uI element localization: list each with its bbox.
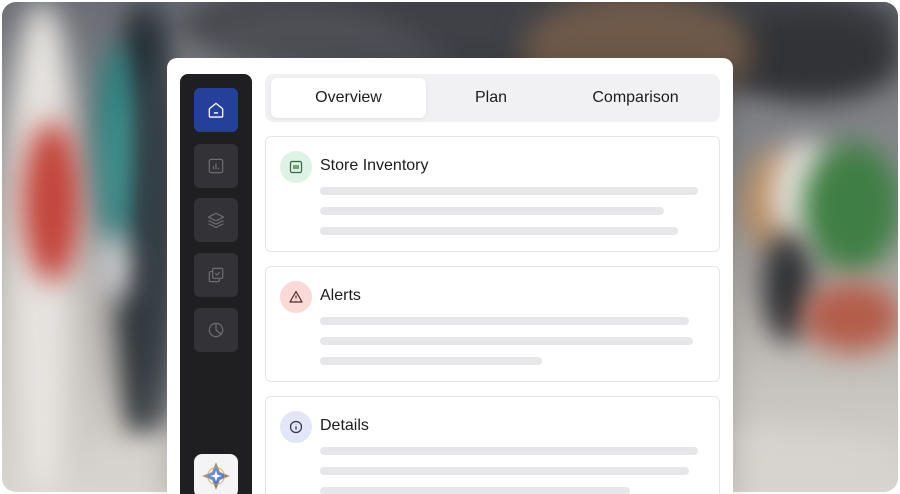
card-title: Alerts — [320, 287, 361, 304]
layers-icon — [207, 212, 225, 229]
tab-comparison[interactable]: Comparison — [557, 78, 714, 118]
checklist-icon — [208, 267, 224, 283]
skeleton-line — [320, 447, 698, 455]
tab-bar: Overview Plan Comparison — [265, 74, 720, 122]
alerts-card[interactable]: Alerts — [265, 266, 720, 382]
sidebar-item-home[interactable] — [194, 88, 238, 132]
tab-overview[interactable]: Overview — [271, 78, 426, 118]
home-icon — [208, 102, 224, 118]
assistant-logo-button[interactable] — [194, 454, 238, 494]
skeleton-line — [320, 487, 630, 494]
skeleton-line — [320, 467, 689, 475]
tab-plan[interactable]: Plan — [431, 78, 551, 118]
skeleton-line — [320, 337, 693, 345]
skeleton-line — [320, 317, 689, 325]
bar-chart-icon — [208, 158, 224, 174]
skeleton-line — [320, 187, 698, 195]
store-inventory-card[interactable]: Store Inventory — [265, 136, 720, 252]
sidebar-item-layers[interactable] — [194, 198, 238, 242]
sidebar-item-tasks[interactable] — [194, 253, 238, 297]
inventory-icon-badge — [280, 151, 312, 183]
warning-icon-badge — [280, 281, 312, 313]
inventory-icon — [289, 160, 303, 174]
skeleton-line — [320, 207, 664, 215]
app-window: Overview Plan Comparison Store Inventory… — [167, 58, 733, 494]
sidebar-item-analytics[interactable] — [194, 144, 238, 188]
sidebar-item-reports[interactable] — [194, 308, 238, 352]
skeleton-line — [320, 227, 678, 235]
info-icon — [289, 420, 303, 434]
skeleton-line — [320, 357, 542, 365]
warning-icon — [289, 290, 303, 303]
sparkle-logo-icon — [201, 461, 231, 491]
info-icon-badge — [280, 411, 312, 443]
card-title: Store Inventory — [320, 157, 429, 174]
sidebar — [180, 74, 252, 494]
details-card[interactable]: Details — [265, 396, 720, 494]
card-title: Details — [320, 417, 369, 434]
pie-chart-icon — [208, 322, 224, 338]
